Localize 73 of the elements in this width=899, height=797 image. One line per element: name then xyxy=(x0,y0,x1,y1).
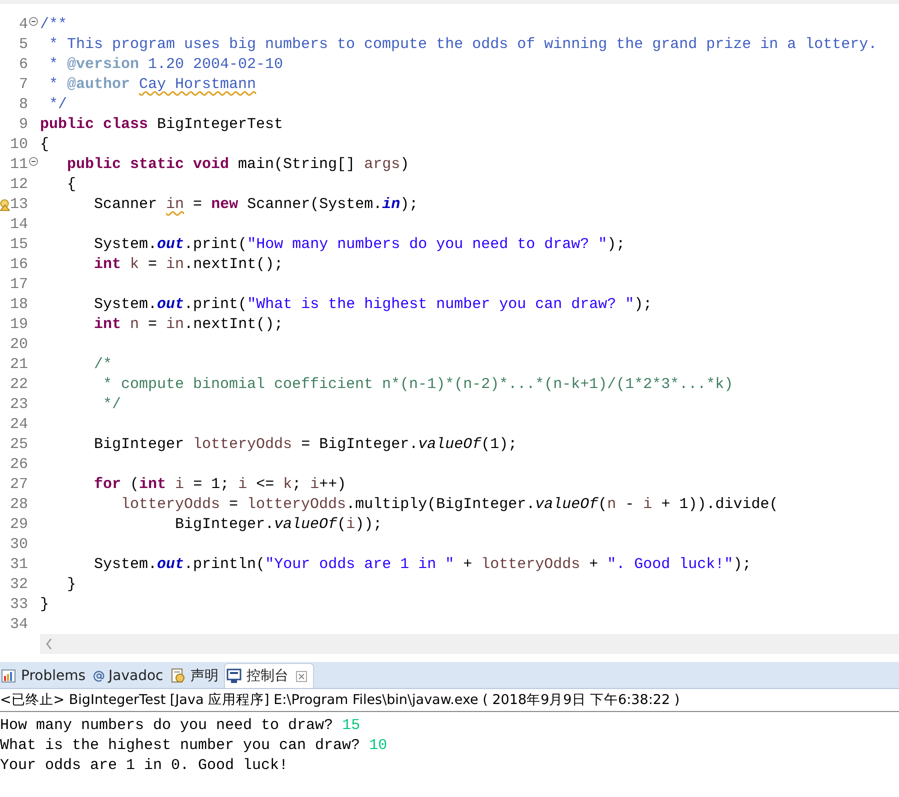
code-line: { xyxy=(66,176,76,192)
code-line: } xyxy=(66,576,76,592)
code-line: /** xyxy=(40,16,68,32)
code-line: public class BigIntegerTest xyxy=(40,116,284,132)
line-number: 7 xyxy=(18,76,28,92)
view-tab[interactable]: 控制台 xyxy=(224,663,314,688)
code-line: System.out.print("How many numbers do you need to draw? "); xyxy=(93,236,626,252)
code-line: * This program uses big numbers to compute the odds of winning the grand prize in a lottery. xyxy=(48,36,878,52)
line-number: 28 xyxy=(10,496,28,512)
code-line: /* xyxy=(93,356,112,372)
line-number: 13 xyxy=(10,196,28,212)
problems-icon xyxy=(1,668,17,684)
scroll-left-icon[interactable] xyxy=(45,638,53,650)
code-line: BigInteger lotteryOdds = BigInteger.valueOf(1); xyxy=(93,436,518,452)
code-line: lotteryOdds = lotteryOdds.multiply(BigInteger.valueOf(n - i + 1)).divide( xyxy=(120,496,778,512)
line-number: 22 xyxy=(10,376,28,392)
declaration-icon xyxy=(170,668,186,684)
line-number: 11 xyxy=(10,156,28,172)
code-line: */ xyxy=(102,396,122,412)
code-line: int n = in.nextInt(); xyxy=(93,316,284,332)
line-number: 10 xyxy=(10,136,28,152)
console-line: Your odds are 1 in 0. Good luck! xyxy=(0,756,290,776)
code-line: public static void main(String[] args) xyxy=(66,156,410,172)
line-number: 23 xyxy=(10,396,28,412)
code-line: * compute binomial coefficient n*(n-1)*(n-2)*...*(n-k+1)/(1*2*3*...*k) xyxy=(102,376,734,392)
close-icon[interactable] xyxy=(296,670,308,682)
code-line: */ xyxy=(48,96,68,112)
view-tab[interactable]: Javadoc xyxy=(92,664,170,688)
code-line: for (int i = 1; i <= k; i++) xyxy=(93,476,346,492)
collapse-icon[interactable] xyxy=(29,157,38,166)
line-number: 6 xyxy=(18,56,28,72)
line-number: 32 xyxy=(10,576,28,592)
line-number: 29 xyxy=(10,516,28,532)
line-number: 27 xyxy=(10,476,28,492)
console-line: What is the highest number you can draw? 10 xyxy=(0,736,388,756)
line-number: 24 xyxy=(10,416,28,432)
line-number: 19 xyxy=(10,316,28,332)
code-line: System.out.print("What is the highest number you can draw? "); xyxy=(93,296,652,312)
horizontal-scrollbar[interactable] xyxy=(40,634,899,654)
line-number: 33 xyxy=(10,596,28,612)
code-line: * @version 1.20 2004-02-10 xyxy=(48,56,284,72)
code-line: { xyxy=(40,136,50,152)
line-number: 18 xyxy=(10,296,28,312)
line-number: 30 xyxy=(10,536,28,552)
code-line: * @author Cay Horstmann xyxy=(48,76,256,92)
view-tab[interactable]: Problems xyxy=(0,664,92,688)
console-line: How many numbers do you need to draw? 15 xyxy=(0,716,362,736)
line-number: 14 xyxy=(10,216,28,232)
line-number: 34 xyxy=(10,616,28,632)
line-number: 20 xyxy=(10,336,28,352)
line-number: 25 xyxy=(10,436,28,452)
line-number: 16 xyxy=(10,256,28,272)
warning-lightbulb-icon[interactable] xyxy=(0,199,10,211)
code-line: } xyxy=(40,596,50,612)
code-line: int k = in.nextInt(); xyxy=(93,256,284,272)
line-number: 5 xyxy=(18,36,28,52)
code-line: System.out.println("Your odds are 1 in " + lotteryOdds + ". Good luck!"); xyxy=(93,556,752,572)
collapse-icon[interactable] xyxy=(29,17,38,26)
line-number: 31 xyxy=(10,556,28,572)
line-number: 4 xyxy=(18,16,28,32)
line-number: 21 xyxy=(10,356,28,372)
view-tab[interactable]: 声明 xyxy=(169,664,224,688)
line-number: 26 xyxy=(10,456,28,472)
console-header: <已终止> BigIntegerTest [Java 应用程序] E:\Program Files\bin\javaw.exe ( 2018年9月9日 下午6:38:22 ) xyxy=(0,689,899,712)
line-number: 15 xyxy=(10,236,28,252)
code-line: BigInteger.valueOf(i)); xyxy=(174,516,382,532)
at-sign-icon xyxy=(92,670,105,682)
line-number: 8 xyxy=(18,96,28,112)
line-number: 9 xyxy=(18,116,28,132)
line-number: 17 xyxy=(10,276,28,292)
code-line: Scanner in = new Scanner(System.in); xyxy=(93,196,418,212)
console-icon xyxy=(226,668,242,684)
line-number: 12 xyxy=(10,176,28,192)
